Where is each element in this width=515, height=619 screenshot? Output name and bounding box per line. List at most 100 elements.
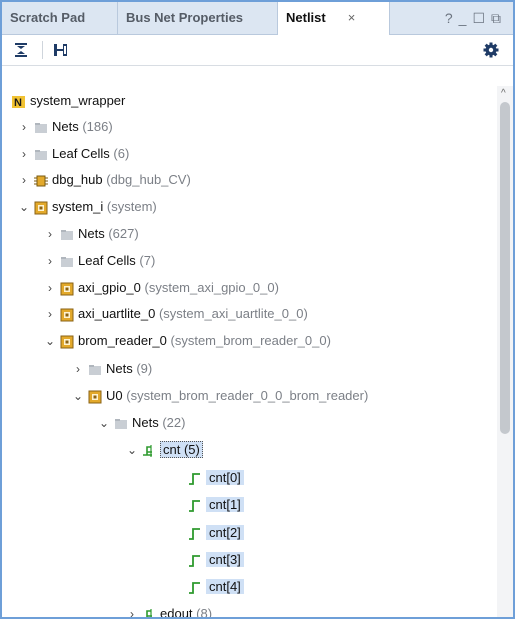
help-icon[interactable]: ? [445,2,459,34]
net-icon [189,472,200,485]
tree-item-name: edout [160,606,193,619]
tab-label: Bus Net Properties [126,10,244,25]
folder-icon [89,364,101,375]
bus-net-icon [143,444,152,457]
tree-item-detail: (system) [103,199,157,214]
tree-row[interactable]: › Leaf Cells (6) [18,144,129,164]
tree-row[interactable]: › edout (8) [126,604,212,619]
chevron-right-icon[interactable]: › [18,117,30,137]
tab-netlist[interactable]: Netlist × [278,2,390,35]
tree-item-name: Nets [132,415,159,430]
tree-item-name: axi_gpio_0 [78,280,141,295]
cell-icon [60,282,74,296]
tree-item-name: system_wrapper [30,93,126,108]
tab-label: Netlist [286,10,326,25]
cell-icon [34,201,48,215]
tree-row[interactable]: › Leaf Cells (7) [44,251,155,271]
tree-item-detail: (9) [132,361,153,376]
folder-icon [35,122,47,133]
collapse-all-icon[interactable] [12,41,30,59]
toolbar [2,35,513,66]
tree-row[interactable]: Nsystem_wrapper [8,91,125,111]
tree-item-name: cnt[1] [206,497,244,512]
tree-item-name: cnt (5) [160,441,203,458]
tree-item-detail: (22) [158,415,186,430]
net-icon [189,499,200,512]
tab-scratch-pad[interactable]: Scratch Pad [2,2,118,34]
tree-row[interactable]: ⌄ system_i (system) [18,197,157,217]
tree-row[interactable]: › axi_uartlite_0 (system_axi_uartlite_0_0… [44,304,308,324]
chevron-right-icon[interactable]: › [44,278,56,298]
chevron-down-icon[interactable]: ⌄ [72,386,84,406]
tree-item-detail: (7) [135,253,156,268]
maximize-icon[interactable]: ☐ [472,2,491,34]
svg-text:N: N [14,97,22,109]
chevron-down-icon[interactable]: ⌄ [98,413,110,433]
minimize-icon[interactable]: _ [459,2,473,34]
cell-icon [88,390,102,404]
net-icon [189,581,200,594]
tree-item-name: system_i [52,199,104,214]
tree-row[interactable]: cnt[3] [172,550,244,570]
tree-item-name: cnt[0] [206,470,244,485]
tree-row[interactable]: › Nets (627) [44,224,139,244]
tree-row[interactable]: › Nets (186) [18,117,113,137]
bus-net-icon [146,608,152,617]
tree-row[interactable]: ⌄ cnt (5) [126,440,203,460]
cell-icon [60,308,74,322]
chevron-right-icon[interactable]: › [44,251,56,271]
chevron-right-icon[interactable]: › [18,144,30,164]
tree-row[interactable]: ⌄ Nets (22) [98,413,186,433]
tab-bar: Scratch Pad Bus Net Properties Netlist × … [2,2,513,35]
tree-item-detail: (system_brom_reader_0_0) [166,333,331,348]
tree-item-name: dbg_hub [52,172,103,187]
hierarchy-icon[interactable] [52,41,70,59]
scroll-up-icon[interactable]: ^ [501,88,506,99]
tree-item-name: axi_uartlite_0 [78,306,156,321]
tree-row[interactable]: › dbg_hub (dbg_hub_CV) [18,170,191,190]
chevron-down-icon[interactable]: ⌄ [44,331,56,351]
tree-row[interactable]: cnt[4] [172,577,244,597]
netlist-root-icon: N [12,95,25,109]
tree-item-detail: (6) [109,146,130,161]
tree-item-detail: (627) [104,226,139,241]
folder-icon [35,149,47,160]
chevron-down-icon[interactable]: ⌄ [18,197,30,217]
folder-icon [115,418,127,429]
tab-label: Scratch Pad [10,10,86,25]
tree-item-detail: (186) [78,119,113,134]
gear-icon[interactable] [482,41,500,59]
tree-row[interactable]: › axi_gpio_0 (system_axi_gpio_0_0) [44,278,279,298]
tree-row[interactable]: cnt[0] [172,468,244,488]
folder-icon [61,256,73,267]
tree-item-detail: (system_brom_reader_0_0_brom_reader) [122,388,369,403]
tree-item-name: Leaf Cells [52,146,110,161]
cell-icon [60,335,74,349]
chevron-right-icon[interactable]: › [44,224,56,244]
toolbar-separator [42,41,43,59]
chevron-right-icon[interactable]: › [44,304,56,324]
tree-item-name: brom_reader_0 [78,333,167,348]
net-icon [189,527,200,540]
tree-row[interactable]: ⌄ U0 (system_brom_reader_0_0_brom_reader) [72,386,368,406]
chevron-right-icon[interactable]: › [72,359,84,379]
tab-bus-net-properties[interactable]: Bus Net Properties [118,2,278,34]
scroll-thumb[interactable] [500,102,510,434]
tree-item-name: Nets [106,361,133,376]
close-icon[interactable]: × [348,10,356,25]
restore-icon[interactable]: ⧉ [491,2,507,34]
tree-item-detail: (system_axi_uartlite_0_0) [155,306,308,321]
chevron-right-icon[interactable]: › [18,170,30,190]
chevron-down-icon[interactable]: ⌄ [126,440,138,460]
chevron-right-icon[interactable]: › [126,604,138,617]
vertical-scrollbar[interactable]: ^ [497,86,513,617]
tree-item-detail: (dbg_hub_CV) [102,172,191,187]
tree-row[interactable]: › Nets (9) [72,359,152,379]
netlist-panel: Scratch Pad Bus Net Properties Netlist × … [0,0,515,619]
tree-item-name: Nets [78,226,105,241]
tree-row[interactable]: cnt[1] [172,495,244,515]
tree-item-name: Nets [52,119,79,134]
tree-row[interactable]: ⌄ brom_reader_0 (system_brom_reader_0_0) [44,331,331,351]
tree-row[interactable]: cnt[2] [172,523,244,543]
tree-item-detail: (system_axi_gpio_0_0) [140,280,279,295]
